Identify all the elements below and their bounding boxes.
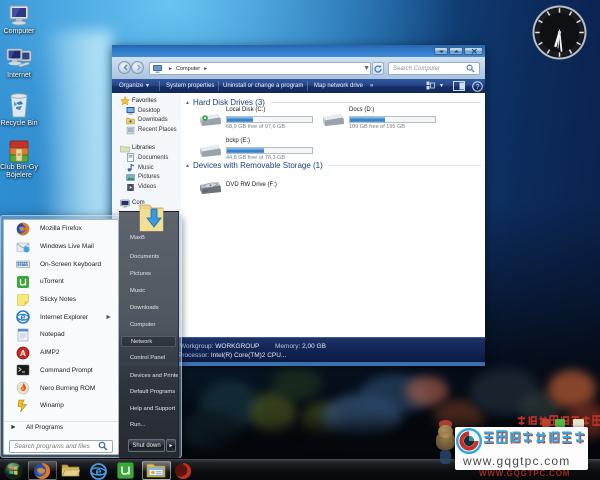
svg-text:e: e <box>95 466 101 478</box>
svg-text:A: A <box>20 348 26 358</box>
svg-text:e: e <box>20 312 25 322</box>
svg-text:?: ? <box>476 84 480 91</box>
